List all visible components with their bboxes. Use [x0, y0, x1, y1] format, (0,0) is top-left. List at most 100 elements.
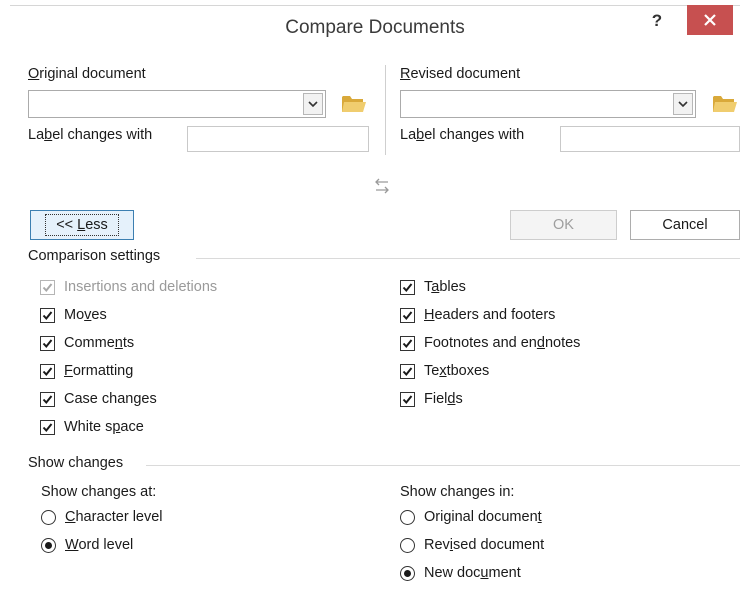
option-label-post: bles [439, 279, 466, 295]
radio-button[interactable] [400, 509, 415, 525]
open-folder-icon[interactable] [712, 92, 738, 114]
revised-document-combo[interactable] [400, 90, 696, 118]
option-label-post: s [455, 391, 463, 407]
option-label-pre: Footnotes and en [424, 335, 537, 351]
option-label-u: F [64, 363, 73, 379]
option-label: Insertions and deletions [64, 279, 217, 295]
radio-button[interactable] [400, 537, 415, 553]
compare-documents-dialog: Compare Documents ? Original document La… [0, 0, 750, 600]
option-label-pre: Mo [64, 307, 85, 323]
option-label-post: ormatting [72, 363, 134, 379]
less-label-pre: << [56, 217, 78, 233]
option-label: New document [424, 565, 521, 581]
option-label-pre: Case chan [64, 391, 134, 407]
option-label-pre: Comme [64, 335, 115, 351]
original-document-combo[interactable] [28, 90, 326, 118]
checkbox-box[interactable] [400, 335, 415, 351]
dialog-title: Compare Documents [285, 17, 465, 38]
option-label-post: ts [122, 335, 135, 351]
checkbox-case-changes[interactable]: Case changes [40, 389, 157, 409]
checkmark-icon [42, 422, 53, 432]
option-label-post: ment [488, 565, 521, 581]
checkmark-icon [402, 282, 413, 292]
option-label-u: n [114, 335, 123, 351]
original-label-changes-post: el changes with [52, 127, 153, 143]
radio-new-document[interactable]: New document [400, 563, 521, 583]
checkmark-icon [42, 338, 53, 348]
checkbox-box[interactable] [400, 363, 415, 379]
checkbox-box[interactable] [400, 391, 415, 407]
option-label: Comments [64, 335, 134, 351]
revised-label-changes-post: el changes with [424, 127, 525, 143]
option-label: Case changes [64, 391, 157, 407]
checkbox-comments[interactable]: Comments [40, 333, 134, 353]
radio-character-level[interactable]: Character level [41, 507, 163, 527]
option-label-u: W [65, 537, 79, 553]
checkbox-fields[interactable]: Fields [400, 389, 463, 409]
checkmark-icon [42, 282, 53, 292]
checkbox-box[interactable] [40, 307, 55, 323]
checkbox-textboxes[interactable]: Textboxes [400, 361, 489, 381]
less-label-post: ess [85, 217, 108, 233]
option-label-post: tboxes [446, 363, 490, 379]
checkbox-tables[interactable]: Tables [400, 277, 466, 297]
checkbox-box[interactable] [400, 307, 415, 323]
option-label-post: haracter level [75, 509, 163, 525]
option-label: Revised document [424, 537, 544, 553]
cancel-button[interactable]: Cancel [630, 210, 740, 240]
option-label-post: es [141, 391, 157, 407]
original-dropdown-button[interactable] [303, 93, 323, 115]
checkmark-icon [402, 394, 413, 404]
option-label-pre: Te [424, 363, 440, 379]
option-label: Original document [424, 509, 542, 525]
help-button[interactable]: ? [646, 9, 668, 33]
radio-selected-dot [45, 541, 52, 549]
option-label-u: u [480, 565, 489, 581]
checkmark-icon [42, 366, 53, 376]
option-label: Word level [65, 537, 133, 553]
revised-dropdown-button[interactable] [673, 93, 693, 115]
original-label-changes-label: Label changes with [28, 127, 152, 143]
checkbox-box[interactable] [40, 335, 55, 351]
revised-label-changes-accesskey: b [416, 127, 425, 143]
show-changes-heading: Show changes [28, 455, 124, 471]
checkmark-icon [42, 310, 53, 320]
swap-documents-icon[interactable] [371, 175, 393, 197]
option-label: Formatting [64, 363, 133, 379]
option-label-pre: Fiel [424, 391, 448, 407]
option-label-post: eaders and footers [434, 307, 556, 323]
radio-button[interactable] [400, 565, 415, 581]
radio-word-level[interactable]: Word level [41, 535, 133, 555]
less-button[interactable]: << Less [30, 210, 134, 240]
open-folder-icon[interactable] [341, 92, 367, 114]
option-label: Moves [64, 307, 107, 323]
checkbox-moves[interactable]: Moves [40, 305, 107, 325]
checkbox-footnotes-and-endnotes[interactable]: Footnotes and endnotes [400, 333, 580, 353]
show-changes-in-label: Show changes in: [400, 484, 515, 500]
checkbox-box[interactable] [40, 419, 55, 435]
option-label-u: C [65, 509, 76, 525]
radio-revised-document[interactable]: Revised document [400, 535, 544, 555]
checkbox-box[interactable] [400, 279, 415, 295]
radio-button[interactable] [41, 509, 56, 525]
checkbox-insertions-and-deletions: Insertions and deletions [40, 277, 217, 297]
chevron-down-icon [678, 100, 688, 107]
original-label-changes-field[interactable] [187, 126, 369, 152]
option-label-u: x [439, 363, 447, 379]
checkbox-box[interactable] [40, 363, 55, 379]
option-label-pre: Insertions and deletions [64, 279, 218, 295]
original-document-label-post: riginal document [39, 66, 146, 82]
ok-button[interactable]: OK [510, 210, 617, 240]
original-document-label-accesskey: O [28, 66, 40, 82]
checkbox-formatting[interactable]: Formatting [40, 361, 133, 381]
checkbox-box[interactable] [40, 391, 55, 407]
checkbox-headers-and-footers[interactable]: Headers and footers [400, 305, 555, 325]
close-button[interactable] [687, 5, 733, 35]
revised-label-changes-field[interactable] [560, 126, 740, 152]
option-label-u: d [536, 335, 545, 351]
comparison-settings-heading: Comparison settings [28, 248, 161, 264]
revised-document-label: Revised document [400, 66, 520, 82]
radio-original-document[interactable]: Original document [400, 507, 542, 527]
checkbox-white-space[interactable]: White space [40, 417, 144, 437]
radio-button[interactable] [41, 537, 56, 553]
